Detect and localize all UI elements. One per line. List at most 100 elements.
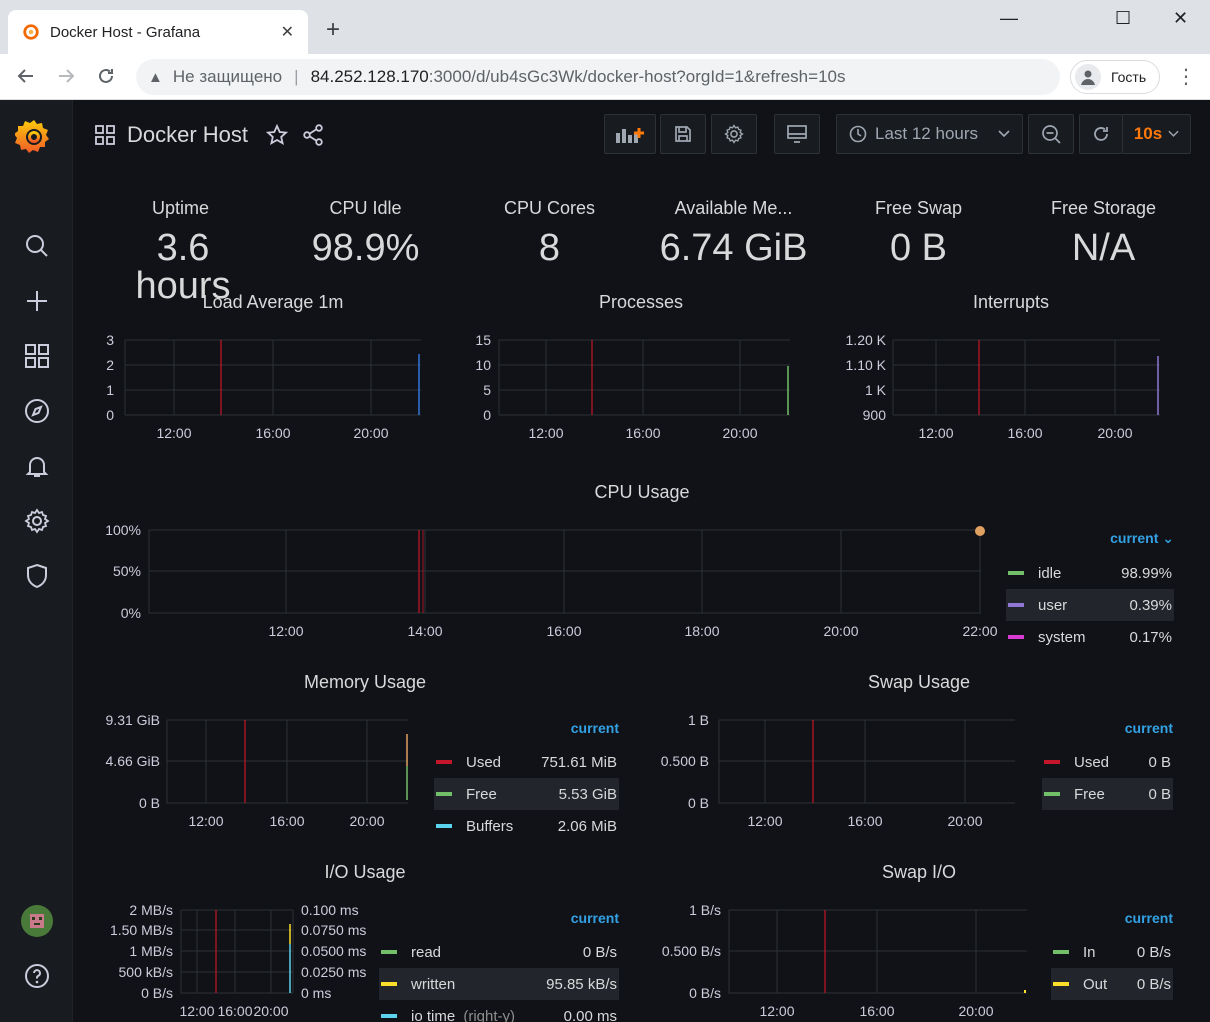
browser-menu-icon[interactable]: ⋮ bbox=[1176, 64, 1196, 89]
stat-panel-cpu-idle: CPU Idle 98.9% bbox=[273, 188, 458, 267]
legend-header[interactable]: current bbox=[379, 910, 619, 926]
legend-item[interactable]: io time (right-y) 0.00 ms bbox=[379, 1000, 619, 1022]
configuration-gear-icon[interactable] bbox=[21, 505, 53, 537]
legend-item[interactable]: written 95.85 kB/s bbox=[379, 968, 619, 1000]
warning-icon: ▲ bbox=[148, 68, 163, 86]
user-avatar[interactable] bbox=[21, 905, 53, 937]
x-tick: 12:00 bbox=[747, 813, 782, 829]
explore-compass-icon[interactable] bbox=[21, 395, 53, 427]
forward-icon[interactable] bbox=[56, 66, 76, 86]
graph-interrupts[interactable]: 1.20 K 1.10 K 1 K 900 12:00 16:00 20:00 bbox=[833, 326, 1173, 446]
zoom-out-icon bbox=[1042, 125, 1061, 144]
profile-button[interactable]: Гость bbox=[1070, 60, 1160, 94]
graph-cpu-usage[interactable]: 100% 50% 0% 12:00 14:00 16:00 18:00 20:0… bbox=[93, 516, 1013, 646]
add-panel-button[interactable] bbox=[604, 114, 656, 154]
refresh-interval-picker[interactable]: 10s bbox=[1122, 114, 1191, 154]
legend-swatch bbox=[1008, 635, 1024, 639]
refresh-interval-label: 10s bbox=[1133, 124, 1163, 143]
legend-item[interactable]: user 0.39% bbox=[1006, 589, 1174, 621]
refresh-button[interactable] bbox=[1079, 114, 1123, 154]
legend-item[interactable]: read 0 B/s bbox=[379, 936, 619, 968]
tab-close-icon[interactable]: ✕ bbox=[281, 22, 294, 42]
legend-name: Used bbox=[1074, 753, 1110, 771]
browser-tab[interactable]: Docker Host - Grafana ✕ bbox=[8, 10, 308, 54]
share-icon[interactable] bbox=[302, 124, 324, 146]
minimize-icon[interactable]: — bbox=[1000, 8, 1018, 29]
url-path: :3000/d/ub4sGc3Wk/docker-host?orgId=1&re… bbox=[428, 67, 846, 86]
x-tick: 20:00 bbox=[353, 425, 388, 441]
url-separator: | bbox=[294, 67, 299, 86]
stat-value: 6.74 GiB bbox=[659, 227, 808, 269]
url-input[interactable]: ▲ Не защищено | 84.252.128.170 :3000/d/u… bbox=[136, 59, 1060, 95]
graph-memory-usage[interactable]: 9.31 GiB 4.66 GiB 0 B 12:00 16:00 20:00 bbox=[93, 706, 413, 836]
y-tick: 100% bbox=[105, 522, 141, 538]
legend-swatch bbox=[436, 792, 452, 796]
legend-header[interactable]: current bbox=[1042, 720, 1173, 736]
legend-item[interactable]: Used 0 B bbox=[1042, 746, 1173, 778]
legend-value: 0 B/s bbox=[1136, 975, 1171, 993]
save-icon bbox=[675, 126, 691, 142]
save-dashboard-button[interactable] bbox=[660, 114, 706, 154]
legend-item[interactable]: Out 0 B/s bbox=[1051, 968, 1173, 1000]
alerting-bell-icon[interactable] bbox=[21, 450, 53, 482]
zoom-out-button[interactable] bbox=[1028, 114, 1074, 154]
graph-processes[interactable]: 15 10 5 0 12:00 16:00 20:00 bbox=[463, 326, 803, 446]
legend-value: 0.17% bbox=[1129, 628, 1172, 646]
legend-swatch bbox=[381, 982, 397, 986]
stat-title: Free Swap bbox=[874, 198, 963, 218]
stat-value: 8 bbox=[538, 227, 561, 269]
help-icon[interactable] bbox=[21, 960, 53, 992]
new-tab-icon[interactable]: + bbox=[326, 18, 340, 42]
legend-item[interactable]: Buffers 2.06 MiB bbox=[434, 810, 619, 842]
legend-item[interactable]: Free 5.53 GiB bbox=[434, 778, 619, 810]
graph-load-average[interactable]: 3 2 1 0 12:00 16:00 20:00 bbox=[93, 326, 433, 446]
dashboards-icon[interactable] bbox=[21, 340, 53, 372]
graph-io-usage[interactable]: 2 MB/s 1.50 MB/s 1 MB/s 500 kB/s 0 B/s 0… bbox=[93, 896, 383, 1022]
legend-item[interactable]: Used 751.61 MiB bbox=[434, 746, 619, 778]
legend-swatch bbox=[1053, 982, 1069, 986]
cycle-view-mode-button[interactable] bbox=[774, 114, 820, 154]
legend-swap-io: current In 0 B/s Out 0 B/s bbox=[1051, 910, 1173, 1000]
clock-icon bbox=[849, 125, 867, 143]
legend-header[interactable]: current ⌄ bbox=[1006, 530, 1174, 547]
maximize-icon[interactable]: ☐ bbox=[1115, 8, 1131, 29]
legend-item[interactable]: In 0 B/s bbox=[1051, 936, 1173, 968]
dashboard-settings-button[interactable] bbox=[711, 114, 757, 154]
x-tick: 12:00 bbox=[268, 623, 303, 639]
y-tick: 500 kB/s bbox=[119, 964, 173, 980]
stat-panel-free-swap: Free Swap 0 B bbox=[826, 188, 1011, 267]
server-admin-shield-icon[interactable] bbox=[21, 560, 53, 592]
panel-title-memory-usage: Memory Usage bbox=[303, 672, 427, 692]
search-icon[interactable] bbox=[21, 230, 53, 262]
legend-item[interactable]: Free 0 B bbox=[1042, 778, 1173, 810]
x-tick: 20:00 bbox=[349, 813, 384, 829]
time-picker-button[interactable]: Last 12 hours bbox=[836, 114, 1023, 154]
graph-swap-io[interactable]: 1 B/s 0.500 B/s 0 B/s 12:00 16:00 20:00 bbox=[649, 896, 1039, 1022]
legend-swatch bbox=[1008, 603, 1024, 607]
back-icon[interactable] bbox=[16, 66, 36, 86]
stat-title: CPU Cores bbox=[503, 198, 596, 218]
legend-name: system bbox=[1038, 628, 1086, 646]
legend-name: written bbox=[411, 975, 456, 993]
dashboard-title[interactable]: Docker Host bbox=[127, 122, 248, 148]
x-tick: 16:00 bbox=[847, 813, 882, 829]
legend-value: 98.99% bbox=[1121, 564, 1172, 582]
legend-swatch bbox=[1044, 792, 1060, 796]
create-plus-icon[interactable] bbox=[21, 285, 53, 317]
star-icon[interactable] bbox=[266, 124, 289, 146]
stat-title: CPU Idle bbox=[329, 198, 402, 218]
legend-value: 0 B bbox=[1148, 785, 1171, 803]
y-tick: 1 B/s bbox=[689, 902, 721, 918]
legend-item[interactable]: idle 98.99% bbox=[1006, 557, 1174, 589]
legend-swatch bbox=[436, 760, 452, 764]
graph-swap-usage[interactable]: 1 B 0.500 B 0 B 12:00 16:00 20:00 bbox=[649, 706, 1029, 836]
grafana-logo-icon[interactable] bbox=[14, 116, 54, 156]
legend-header[interactable]: current bbox=[434, 720, 619, 736]
y-tick: 0.500 B bbox=[661, 753, 709, 769]
window-close-icon[interactable]: ✕ bbox=[1173, 8, 1188, 29]
legend-swatch bbox=[381, 1014, 397, 1018]
panel-title-cpu-usage: CPU Usage bbox=[594, 482, 690, 502]
legend-header[interactable]: current bbox=[1051, 910, 1173, 926]
reload-icon[interactable] bbox=[96, 66, 116, 86]
legend-item[interactable]: system 0.17% bbox=[1006, 621, 1174, 653]
